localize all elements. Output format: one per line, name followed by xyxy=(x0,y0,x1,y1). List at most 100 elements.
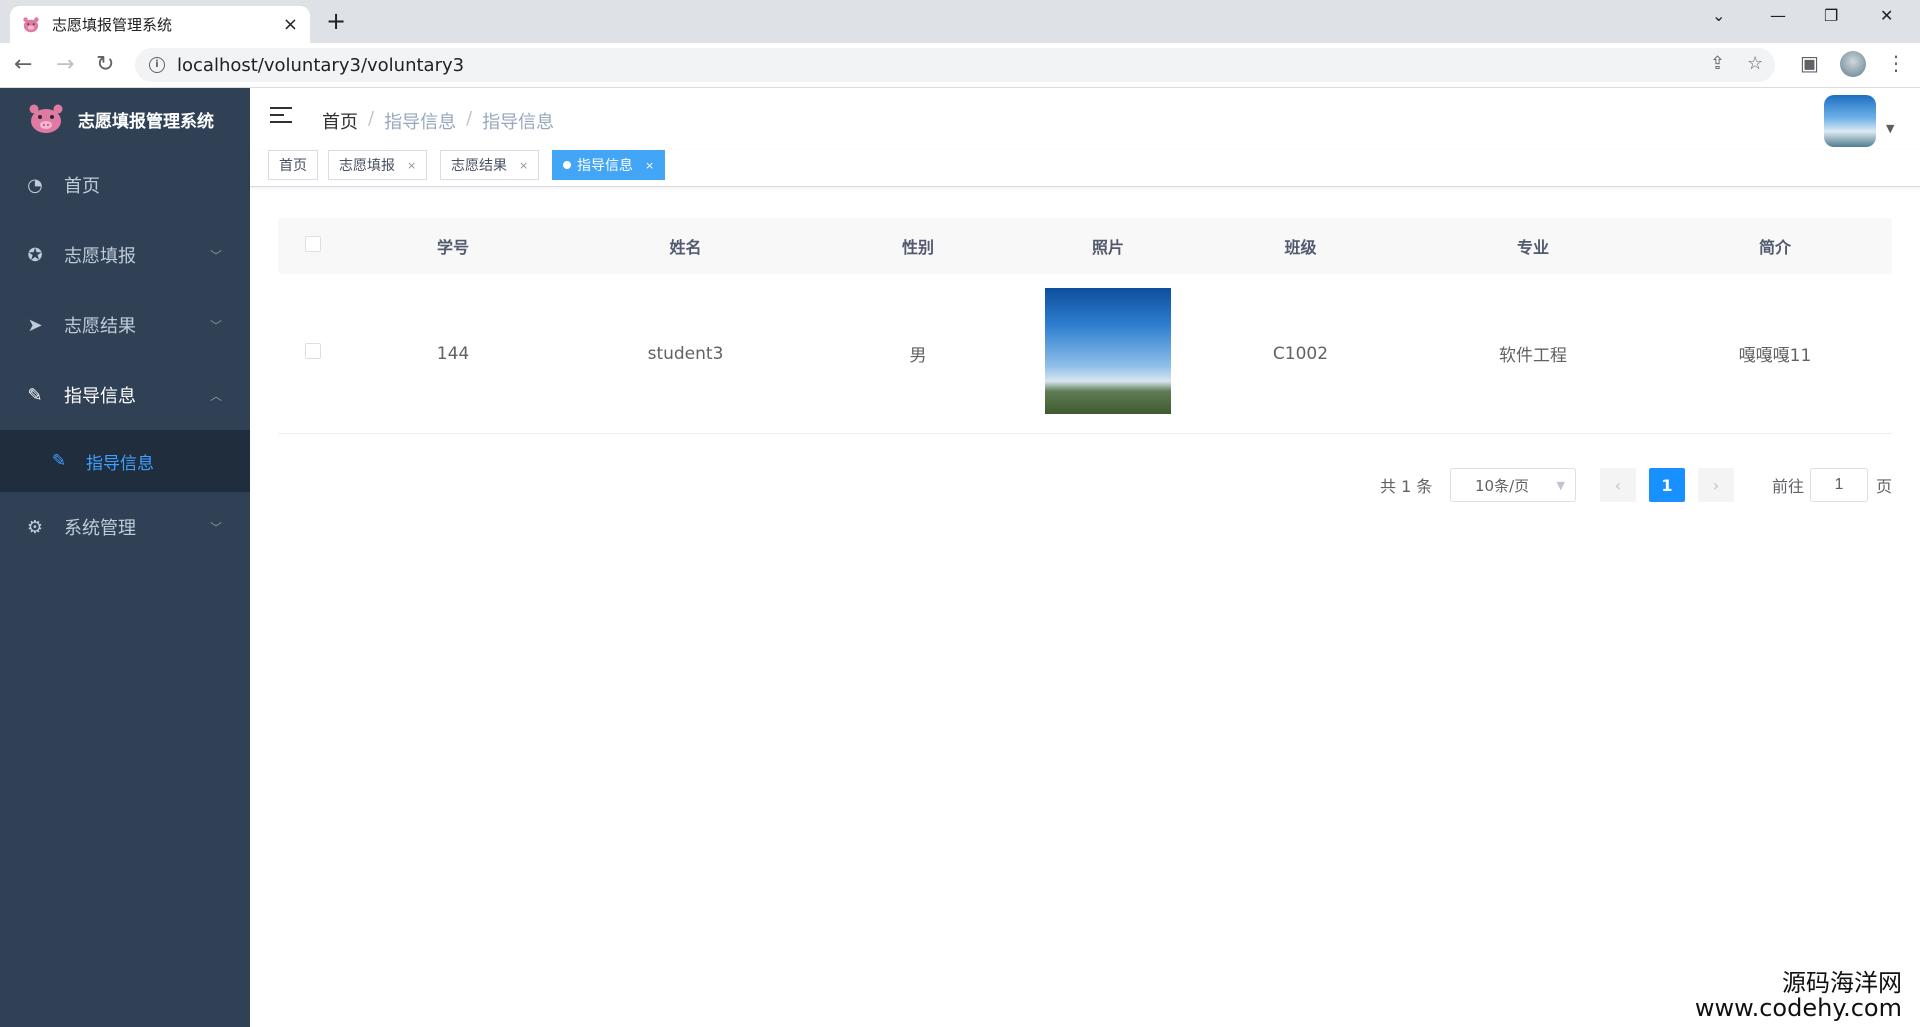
minimize-icon[interactable]: — xyxy=(1770,6,1786,25)
caret-down-icon[interactable]: ▼ xyxy=(1886,122,1894,135)
gear-icon: ⚙ xyxy=(26,516,44,538)
sidebar-item-volunteer-fill[interactable]: ✪ 志愿填报 ﹀ xyxy=(0,220,250,290)
cell-intro: 嘎嘎嘎11 xyxy=(1738,346,1812,366)
user-avatar[interactable] xyxy=(1824,95,1876,147)
pig-logo-icon xyxy=(29,104,63,133)
sidebar-item-home[interactable]: ◔ 首页 xyxy=(0,150,250,220)
new-tab-button[interactable]: + xyxy=(326,8,346,34)
chevron-up-icon: ︿ xyxy=(209,388,222,403)
cell-gender: 男 xyxy=(909,346,927,366)
tag-volunteer-fill[interactable]: 志愿填报 × xyxy=(328,150,428,180)
breadcrumb-item: 指导信息 xyxy=(384,112,457,133)
cell-name: student3 xyxy=(647,343,724,364)
sidebar-item-label: 志愿填报 xyxy=(64,246,136,267)
dashboard-icon: ◔ xyxy=(27,174,43,196)
breadcrumb: 首页 / 指导信息 / 指导信息 xyxy=(322,108,554,134)
edit-icon: ✎ xyxy=(51,451,67,471)
page-size-select[interactable]: 10条/页 ▼ xyxy=(1450,468,1576,502)
tag-label: 指导信息 xyxy=(577,158,633,174)
forward-icon[interactable]: → xyxy=(56,51,74,79)
site-info-icon[interactable]: i xyxy=(149,57,165,73)
sidebar-item-label: 志愿结果 xyxy=(64,316,136,337)
lifebuoy-icon: ✪ xyxy=(27,244,43,266)
side-panel-icon[interactable]: ▣ xyxy=(1800,51,1819,75)
next-page-button[interactable]: › xyxy=(1698,468,1734,502)
url-text: localhost/voluntary3/voluntary3 xyxy=(177,54,465,76)
watermark: 源码海洋网 www.codehy.com xyxy=(1694,968,1902,1022)
watermark-line1: 源码海洋网 xyxy=(1782,968,1902,997)
sidebar-item-label: 首页 xyxy=(64,176,100,197)
header-student-id: 学号 xyxy=(436,238,469,257)
sidebar-item-volunteer-result[interactable]: ➤ 志愿结果 ﹀ xyxy=(0,290,250,360)
goto-page-input[interactable] xyxy=(1810,468,1868,502)
sidebar: 志愿填报管理系统 ◔ 首页 ✪ 志愿填报 ﹀ ➤ 志愿结果 ﹀ ✎ 指导信息 ︿… xyxy=(0,88,250,1027)
address-bar: ← → ↻ i localhost/voluntary3/voluntary3 … xyxy=(0,43,1920,88)
bookmark-star-icon[interactable]: ☆ xyxy=(1747,53,1763,74)
back-icon[interactable]: ← xyxy=(14,51,32,79)
cell-class: C1002 xyxy=(1272,343,1329,364)
tag-home[interactable]: 首页 xyxy=(268,150,318,180)
sidebar-item-guidance[interactable]: ✎ 指导信息 ︿ xyxy=(0,360,250,430)
close-icon[interactable]: × xyxy=(283,14,298,35)
header-class: 班级 xyxy=(1284,238,1317,257)
chevron-down-icon: ▼ xyxy=(1556,478,1565,492)
page-size-value: 10条/页 xyxy=(1475,476,1530,495)
reload-icon[interactable]: ↻ xyxy=(96,51,114,79)
breadcrumb-separator: / xyxy=(466,108,473,129)
row-checkbox[interactable] xyxy=(305,343,321,359)
goto-label: 前往 xyxy=(1772,477,1805,496)
close-icon[interactable]: × xyxy=(645,159,654,172)
main-content: 首页 / 指导信息 / 指导信息 ▼ 首页 志愿填报 × 志愿结果 × 指导信息… xyxy=(250,88,1920,1027)
breadcrumb-item: 指导信息 xyxy=(482,112,555,133)
tag-label: 志愿填报 xyxy=(339,158,395,174)
browser-tab[interactable]: 志愿填报管理系统 × xyxy=(10,6,310,43)
url-input[interactable]: i localhost/voluntary3/voluntary3 ⇪ ☆ xyxy=(135,48,1775,82)
pagination-total: 共 1 条 xyxy=(1380,477,1433,496)
chevron-down-icon: ﹀ xyxy=(209,520,222,535)
browser-tab-strip: 志愿填报管理系统 × + ⌄ — ❐ ✕ xyxy=(0,0,1920,43)
tag-volunteer-result[interactable]: 志愿结果 × xyxy=(440,150,540,180)
student-photo[interactable] xyxy=(1045,288,1171,414)
send-icon: ➤ xyxy=(27,314,43,336)
edit-icon: ✎ xyxy=(27,384,43,406)
cell-major: 软件工程 xyxy=(1499,346,1567,366)
watermark-line2: www.codehy.com xyxy=(1694,993,1902,1022)
close-icon[interactable]: × xyxy=(519,159,528,172)
tag-label: 首页 xyxy=(279,158,307,174)
page-suffix: 页 xyxy=(1876,477,1893,496)
restore-icon[interactable]: ❐ xyxy=(1824,6,1838,25)
table-row[interactable]: 144 student3 男 C1002 软件工程 嘎嘎嘎11 xyxy=(278,274,1892,434)
tags-view: 首页 志愿填报 × 志愿结果 × 指导信息 × xyxy=(250,150,1920,187)
chevron-down-icon: ﹀ xyxy=(209,318,222,333)
header-major: 专业 xyxy=(1516,238,1549,257)
header-photo: 照片 xyxy=(1091,238,1124,257)
tag-label: 志愿结果 xyxy=(451,158,507,174)
select-all-checkbox[interactable] xyxy=(305,236,321,252)
profile-avatar[interactable] xyxy=(1840,51,1866,77)
breadcrumb-separator: / xyxy=(368,108,375,129)
header-name: 姓名 xyxy=(669,238,702,257)
navbar: 首页 / 指导信息 / 指导信息 ▼ xyxy=(250,88,1920,150)
breadcrumb-item[interactable]: 首页 xyxy=(322,108,358,134)
active-dot-icon xyxy=(563,161,571,169)
table-header: 学号 姓名 性别 照片 班级 专业 简介 xyxy=(278,218,1892,274)
share-icon[interactable]: ⇪ xyxy=(1710,53,1725,74)
hamburger-icon[interactable] xyxy=(270,107,292,127)
window-close-icon[interactable]: ✕ xyxy=(1880,6,1893,25)
tag-guidance[interactable]: 指导信息 × xyxy=(552,150,666,180)
close-icon[interactable]: × xyxy=(407,159,416,172)
sidebar-subitem-guidance[interactable]: ✎ 指导信息 xyxy=(0,430,250,492)
pig-logo-icon xyxy=(23,16,39,32)
sidebar-subitem-label: 指导信息 xyxy=(86,453,154,474)
app-name: 志愿填报管理系统 xyxy=(78,111,214,132)
sidebar-item-label: 系统管理 xyxy=(64,518,136,539)
cell-student-id: 144 xyxy=(436,343,470,364)
sidebar-item-system[interactable]: ⚙ 系统管理 ﹀ xyxy=(0,492,250,562)
sidebar-brand: 志愿填报管理系统 xyxy=(0,88,250,150)
page-button-1[interactable]: 1 xyxy=(1649,468,1685,502)
prev-page-button[interactable]: ‹ xyxy=(1600,468,1636,502)
guidance-table: 学号 姓名 性别 照片 班级 专业 简介 144 student3 男 C100… xyxy=(278,218,1892,434)
tab-search-icon[interactable]: ⌄ xyxy=(1712,6,1725,25)
header-gender: 性别 xyxy=(901,238,934,257)
more-menu-icon[interactable]: ⋮ xyxy=(1886,51,1906,75)
